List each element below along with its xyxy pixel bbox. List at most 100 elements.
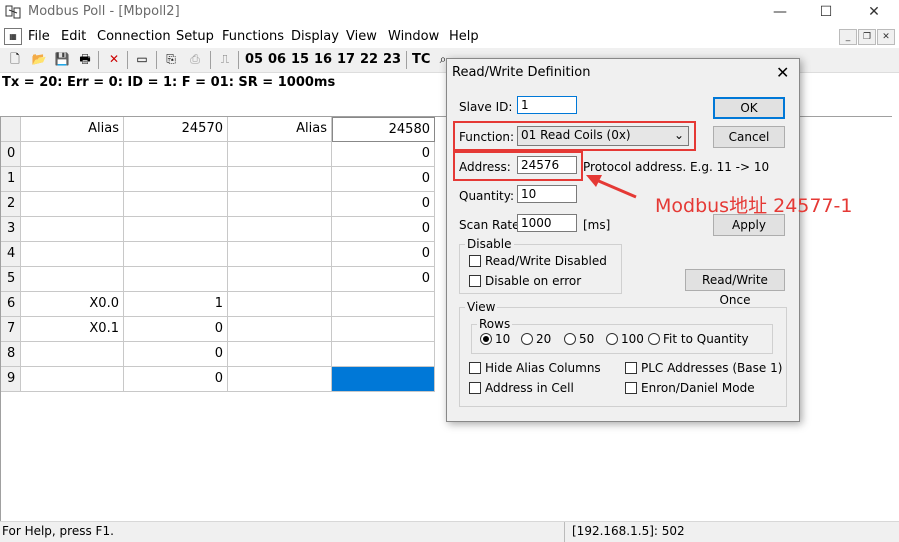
menu-setup[interactable]: Setup	[176, 29, 214, 44]
grid-cell[interactable]	[21, 142, 124, 167]
grid-cell[interactable]	[228, 217, 332, 242]
doc-icon[interactable]: ▦	[4, 28, 22, 45]
window-icon[interactable]: ▭	[134, 51, 150, 67]
grid-cell[interactable]	[124, 167, 228, 192]
grid-cell[interactable]: 0	[124, 367, 228, 392]
row-header[interactable]: 7	[1, 317, 21, 342]
func-15-button[interactable]: 15	[291, 52, 309, 67]
grid-cell[interactable]: X0.1	[21, 317, 124, 342]
grid-cell[interactable]	[228, 342, 332, 367]
grid-cell[interactable]: X0.0	[21, 292, 124, 317]
rw-disabled-checkbox[interactable]	[469, 255, 481, 267]
grid-cell[interactable]: 0	[332, 192, 435, 217]
menu-connection[interactable]: Connection	[97, 29, 171, 44]
open-folder-icon[interactable]: 📂	[31, 51, 47, 67]
grid-cell[interactable]	[332, 317, 435, 342]
grid-cell[interactable]	[21, 367, 124, 392]
rows-20-radio[interactable]	[521, 333, 533, 345]
grid-cell[interactable]	[21, 342, 124, 367]
delete-icon[interactable]: ✕	[106, 51, 122, 67]
column-header[interactable]: 24570	[124, 117, 228, 142]
func-05-button[interactable]: 05	[245, 52, 263, 67]
tc-button[interactable]: TC	[412, 52, 430, 67]
menu-help[interactable]: Help	[449, 29, 479, 44]
row-header[interactable]: 5	[1, 267, 21, 292]
column-header[interactable]: Alias	[228, 117, 332, 142]
connect-icon[interactable]: ⎘	[163, 51, 179, 67]
enron-checkbox[interactable]	[625, 382, 637, 394]
print-icon[interactable]: 🖶	[77, 51, 93, 67]
menu-display[interactable]: Display	[291, 29, 339, 44]
func-23-button[interactable]: 23	[383, 52, 401, 67]
rows-50-radio[interactable]	[564, 333, 576, 345]
grid-cell[interactable]	[228, 317, 332, 342]
column-header[interactable]: Alias	[21, 117, 124, 142]
menu-functions[interactable]: Functions	[222, 29, 284, 44]
save-icon[interactable]: 💾	[54, 51, 70, 67]
cancel-button[interactable]: Cancel	[713, 126, 785, 148]
mdi-restore-icon[interactable]: ❐	[858, 29, 876, 45]
plc-addresses-checkbox[interactable]	[625, 362, 637, 374]
function-select[interactable]: 01 Read Coils (0x) ⌄	[517, 126, 689, 146]
rows-10-radio[interactable]	[480, 333, 492, 345]
row-header[interactable]: 2	[1, 192, 21, 217]
mdi-minimize-icon[interactable]: _	[839, 29, 857, 45]
ok-button[interactable]: OK	[713, 97, 785, 119]
address-in-cell-checkbox[interactable]	[469, 382, 481, 394]
func-17-button[interactable]: 17	[337, 52, 355, 67]
grid-cell[interactable]	[228, 267, 332, 292]
row-header[interactable]: 6	[1, 292, 21, 317]
dialog-close-icon[interactable]: ✕	[776, 63, 789, 82]
rows-fit-radio[interactable]	[648, 333, 660, 345]
close-window-icon[interactable]: ✕	[851, 0, 897, 24]
pulse-icon[interactable]: ⎍	[217, 51, 233, 67]
row-header[interactable]: 8	[1, 342, 21, 367]
grid-cell[interactable]	[228, 142, 332, 167]
menu-edit[interactable]: Edit	[61, 29, 86, 44]
grid-cell[interactable]	[21, 217, 124, 242]
disable-on-error-checkbox[interactable]	[469, 275, 481, 287]
grid-cell[interactable]	[228, 292, 332, 317]
grid-cell[interactable]	[228, 192, 332, 217]
grid-cell[interactable]	[124, 142, 228, 167]
grid-cell[interactable]	[332, 342, 435, 367]
func-22-button[interactable]: 22	[360, 52, 378, 67]
row-header[interactable]: 3	[1, 217, 21, 242]
grid-cell[interactable]	[124, 217, 228, 242]
grid-cell[interactable]: 0	[332, 242, 435, 267]
grid-cell[interactable]	[21, 242, 124, 267]
grid-cell[interactable]: 0	[332, 167, 435, 192]
grid-cell[interactable]	[21, 267, 124, 292]
grid-cell[interactable]	[228, 167, 332, 192]
grid-cell[interactable]: 0	[332, 267, 435, 292]
rw-once-button[interactable]: Read/Write Once	[685, 269, 785, 307]
grid-cell[interactable]	[21, 167, 124, 192]
grid-cell[interactable]	[124, 242, 228, 267]
grid-cell[interactable]	[21, 192, 124, 217]
grid-cell[interactable]	[124, 192, 228, 217]
address-input[interactable]: 24576	[517, 156, 577, 174]
grid-cell[interactable]	[124, 267, 228, 292]
hide-alias-checkbox[interactable]	[469, 362, 481, 374]
column-header[interactable]: 24580	[332, 117, 435, 142]
minimize-icon[interactable]: —	[757, 0, 803, 24]
grid-cell[interactable]: 1	[124, 292, 228, 317]
slave-id-input[interactable]: 1	[517, 96, 577, 114]
menu-file[interactable]: File	[28, 29, 50, 44]
grid-cell[interactable]: 0	[124, 317, 228, 342]
row-header[interactable]: 0	[1, 142, 21, 167]
grid-cell[interactable]: 0	[124, 342, 228, 367]
rows-100-radio[interactable]	[606, 333, 618, 345]
disconnect-icon[interactable]: ⎙	[187, 51, 203, 67]
grid-cell[interactable]: 0	[332, 217, 435, 242]
grid-cell[interactable]	[228, 367, 332, 392]
grid-cell-selected[interactable]	[332, 367, 435, 392]
row-header[interactable]: 9	[1, 367, 21, 392]
grid-cell[interactable]: 0	[332, 142, 435, 167]
func-16-button[interactable]: 16	[314, 52, 332, 67]
maximize-icon[interactable]: ☐	[803, 0, 849, 24]
row-header[interactable]: 4	[1, 242, 21, 267]
func-06-button[interactable]: 06	[268, 52, 286, 67]
quantity-input[interactable]: 10	[517, 185, 577, 203]
mdi-close-icon[interactable]: ✕	[877, 29, 895, 45]
